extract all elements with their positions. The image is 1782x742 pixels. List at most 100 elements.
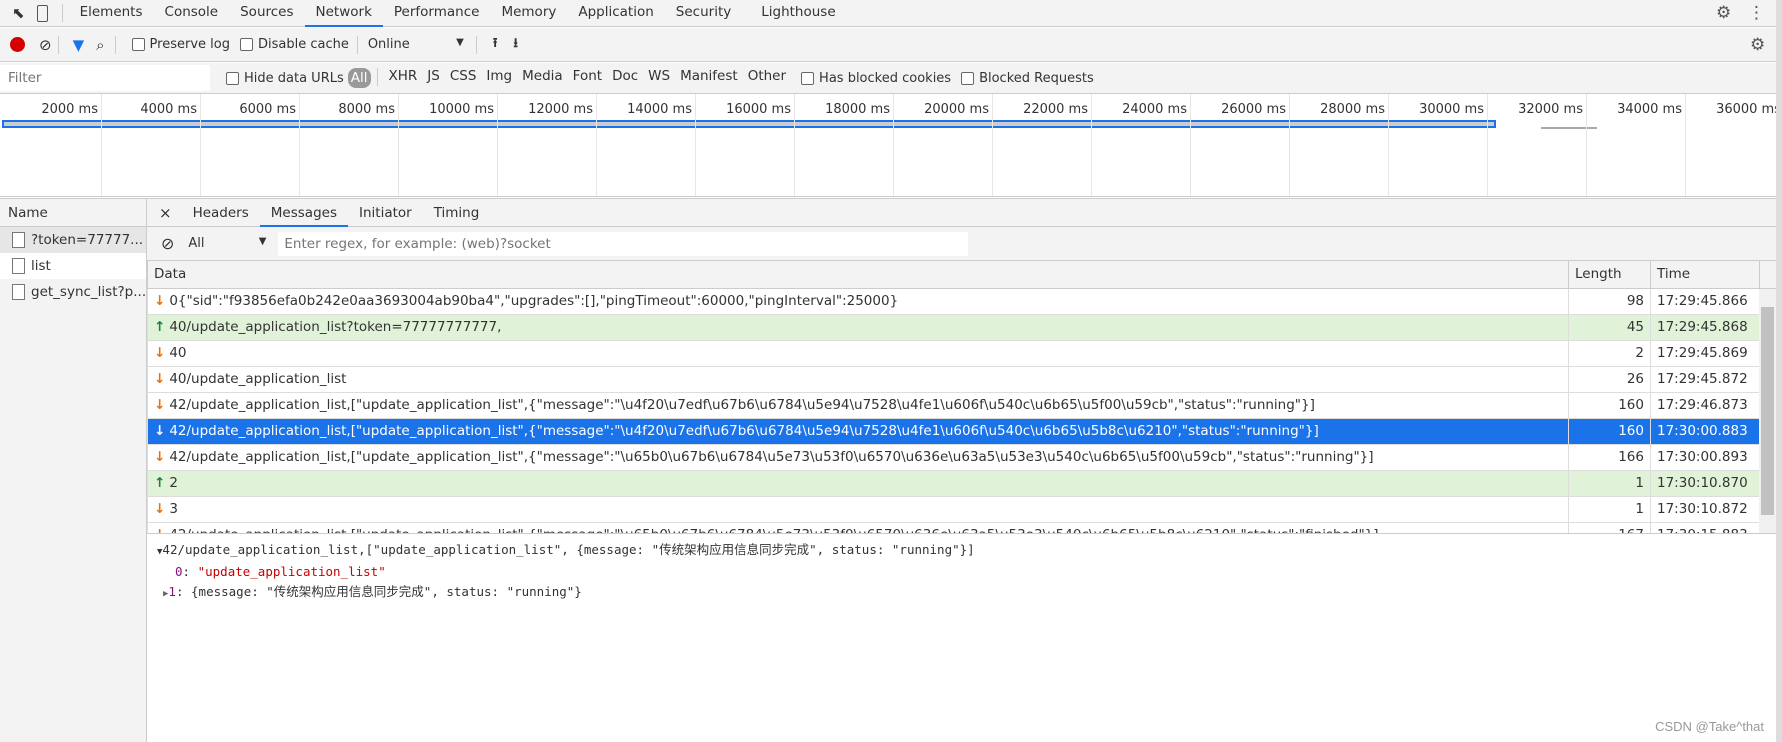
message-row[interactable]: ↓ 3 1 17:30:10.872: [147, 495, 1777, 523]
more-options-icon[interactable]: ⋮: [1748, 3, 1765, 23]
type-filter-js[interactable]: JS: [422, 68, 445, 88]
detail-tab-timing[interactable]: Timing: [423, 199, 491, 227]
filter-icon[interactable]: ▼: [73, 36, 85, 54]
type-filter-ws[interactable]: WS: [643, 68, 675, 88]
arrow-down-icon: ↓: [154, 371, 166, 387]
type-filter-doc[interactable]: Doc: [607, 68, 643, 88]
request-item[interactable]: get_sync_list?p...: [0, 279, 146, 305]
tab-memory[interactable]: Memory: [490, 0, 567, 27]
message-data: ↓42/update_application_list,["update_app…: [147, 443, 1569, 471]
throttling-select[interactable]: Online ▼: [368, 37, 464, 52]
request-name: list: [31, 258, 51, 274]
message-row[interactable]: ↓42/update_application_list,["update_app…: [147, 521, 1777, 533]
type-filter-img[interactable]: Img: [481, 68, 517, 88]
detail-tab-initiator[interactable]: Initiator: [348, 199, 423, 227]
export-har-icon[interactable]: ⭳: [513, 34, 518, 56]
search-icon[interactable]: ⌕: [96, 36, 104, 54]
tick-label: 26000 ms: [1221, 102, 1286, 117]
scrollbar-thumb[interactable]: [1761, 307, 1774, 515]
message-row[interactable]: ↓42/update_application_list,["update_app…: [147, 391, 1777, 419]
message-detail: ▼42/update_application_list,["update_app…: [147, 534, 1776, 604]
message-row[interactable]: ↑ 40/update_application_list?token=777777…: [147, 313, 1777, 341]
tab-security[interactable]: Security: [665, 0, 742, 27]
messages-scrollbar[interactable]: [1759, 289, 1776, 533]
preserve-log-checkbox[interactable]: [131, 38, 145, 51]
record-button[interactable]: [10, 37, 25, 52]
settings-icon[interactable]: ⚙: [1716, 3, 1731, 23]
message-data-text: 40/update_application_list?token=7777777…: [169, 319, 502, 335]
clear-icon[interactable]: ⊘: [39, 36, 52, 54]
message-type-select[interactable]: All ▼: [188, 236, 266, 251]
tick-label: 8000 ms: [338, 102, 395, 117]
request-item[interactable]: ?token=77777...: [0, 227, 146, 253]
detail-tab-messages[interactable]: Messages: [259, 199, 348, 227]
panel-tabs: Elements Console Sources Network Performance…: [69, 0, 847, 27]
timeline-tick: 12000 ms: [528, 94, 597, 196]
message-row[interactable]: ↓ 40 2 17:29:45.869: [147, 339, 1777, 367]
divider: [114, 35, 116, 54]
message-data-text: 3: [169, 501, 178, 517]
hide-data-urls-checkbox[interactable]: [226, 71, 239, 85]
tab-elements[interactable]: Elements: [69, 0, 154, 27]
window-scrollbar[interactable]: [1776, 0, 1782, 742]
message-length: 1: [1568, 495, 1651, 523]
timeline-request-bar: [2, 120, 1496, 128]
type-filter-other[interactable]: Other: [743, 68, 791, 88]
arrow-up-icon: ↑: [154, 319, 166, 335]
disable-cache-checkbox[interactable]: [239, 38, 253, 51]
message-length: 160: [1568, 417, 1651, 445]
tab-sources[interactable]: Sources: [229, 0, 304, 27]
device-toolbar-icon[interactable]: [36, 4, 48, 22]
message-row[interactable]: ↓42/update_application_list,["update_app…: [147, 443, 1777, 471]
message-summary[interactable]: ▼42/update_application_list,["update_app…: [157, 540, 1776, 562]
message-time: 17:30:10.870: [1650, 469, 1760, 497]
type-filter-manifest[interactable]: Manifest: [675, 68, 743, 88]
message-data: ↑ 2: [147, 469, 1569, 497]
timeline-tick: 34000 ms: [1617, 94, 1686, 196]
message-row[interactable]: ↑ 2 1 17:30:10.870: [147, 469, 1777, 497]
data-column-header[interactable]: Data: [147, 261, 1569, 289]
message-data: ↓42/update_application_list,["update_app…: [147, 521, 1569, 533]
tab-performance[interactable]: Performance: [383, 0, 491, 27]
name-column-header[interactable]: Name: [0, 198, 146, 227]
tab-application[interactable]: Application: [567, 0, 664, 27]
message-length: 1: [1568, 469, 1651, 497]
timeline-tick: 20000 ms: [924, 94, 993, 196]
type-filter-xhr[interactable]: XHR: [384, 68, 423, 88]
tab-network[interactable]: Network: [304, 0, 383, 27]
type-filter-css[interactable]: CSS: [445, 68, 482, 88]
clear-messages-icon[interactable]: ⊘: [161, 234, 174, 253]
request-item[interactable]: list: [0, 253, 146, 279]
disable-cache-label: Disable cache: [257, 37, 349, 52]
document-icon: [12, 258, 25, 274]
blocked-requests-checkbox[interactable]: [961, 71, 975, 85]
hide-data-urls-label: Hide data URLs: [244, 70, 344, 86]
tick-label: 14000 ms: [627, 102, 692, 117]
tab-lighthouse[interactable]: Lighthouse: [750, 0, 846, 27]
detail-tab-headers[interactable]: Headers: [182, 199, 260, 227]
tab-console[interactable]: Console: [154, 0, 230, 27]
array-item-1[interactable]: ▶1: {message: "传统架构应用信息同步完成", status: "r…: [157, 582, 1776, 604]
tick-label: 4000 ms: [140, 102, 197, 117]
array-item-0: 0: "update_application_list": [175, 564, 386, 579]
watermark: CSDN @Take^that: [1655, 719, 1764, 734]
request-detail-panel: × Headers Messages Initiator Timing ⊘ All ▼ …: [147, 198, 1776, 742]
regex-filter-input[interactable]: [278, 231, 969, 256]
type-filter-all[interactable]: All: [347, 68, 371, 88]
message-row[interactable]: ↓ 40/update_application_list 26 17:29:45.87…: [147, 365, 1777, 393]
timeline-overview[interactable]: 2000 ms 4000 ms 6000 ms 8000 ms 10000 ms 1200…: [0, 94, 1781, 197]
type-filter-media[interactable]: Media: [517, 68, 568, 88]
length-column-header[interactable]: Length: [1568, 261, 1651, 289]
tick-label: 28000 ms: [1320, 102, 1385, 117]
import-har-icon[interactable]: ⭱: [493, 34, 498, 56]
message-row[interactable]: ↓42/update_application_list,["update_app…: [147, 417, 1777, 445]
message-row[interactable]: ↓ 0{"sid":"f93856efa0b242e0aa3693004ab90b…: [147, 287, 1777, 315]
time-column-header[interactable]: Time: [1650, 261, 1760, 289]
network-settings-icon[interactable]: ⚙: [1750, 35, 1765, 55]
has-blocked-cookies-checkbox[interactable]: [801, 71, 815, 85]
timeline-tick: 10000 ms: [429, 94, 498, 196]
filter-input[interactable]: [0, 65, 210, 91]
inspect-element-icon[interactable]: ⬉: [12, 4, 25, 22]
type-filter-font[interactable]: Font: [568, 68, 607, 88]
close-detail-button[interactable]: ×: [147, 204, 182, 222]
